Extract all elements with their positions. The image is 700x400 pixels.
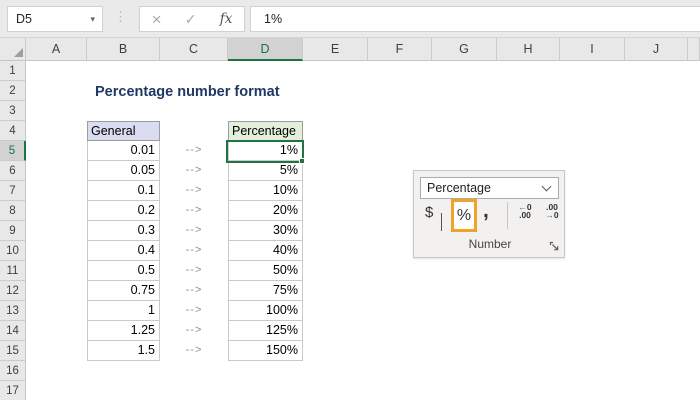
- accounting-chevron-icon[interactable]: [441, 213, 442, 231]
- column-header-A[interactable]: A: [26, 38, 87, 61]
- row-headers: 1 2 3 4 5 6 7 8 9 10 11 12 13 14 15 16 17: [0, 61, 26, 400]
- column-header-F[interactable]: F: [368, 38, 432, 61]
- general-value-cell[interactable]: 0.3: [87, 221, 160, 241]
- row-header-1[interactable]: 1: [0, 61, 26, 81]
- column-header-B[interactable]: B: [87, 38, 160, 61]
- decrease-decimal-button[interactable]: .00 →0: [540, 203, 564, 220]
- arrow-cell[interactable]: -->: [160, 301, 228, 321]
- enter-icon[interactable]: ✓: [185, 12, 197, 26]
- general-value-cell[interactable]: 0.75: [87, 281, 160, 301]
- formula-bar[interactable]: 1%: [250, 6, 700, 32]
- right-arrow-icon: →: [545, 209, 554, 220]
- comma-style-button[interactable]: ,: [483, 199, 489, 223]
- excel-window: D5 ▾ ⋮ × ✓ fx 1% ABCDEFGHIJ 1 2 3 4 5 6 7 8 9 10 1…: [0, 0, 700, 400]
- cancel-icon[interactable]: ×: [152, 11, 162, 28]
- row-header-6[interactable]: 6: [0, 161, 26, 181]
- select-all-triangle-icon: [14, 48, 23, 57]
- percentage-value-cell[interactable]: 5%: [228, 161, 303, 181]
- row-header-5[interactable]: 5: [0, 141, 26, 161]
- percentage-header-cell[interactable]: Percentage: [228, 121, 303, 141]
- arrow-cell[interactable]: -->: [160, 261, 228, 281]
- row-header-12[interactable]: 12: [0, 281, 26, 301]
- arrow-cell[interactable]: -->: [160, 321, 228, 341]
- arrow-cell[interactable]: -->: [160, 221, 228, 241]
- percent-style-label: %: [456, 206, 472, 224]
- row-header-14[interactable]: 14: [0, 321, 26, 341]
- percentage-value-cell[interactable]: 100%: [228, 301, 303, 321]
- group-label: Number: [468, 237, 512, 251]
- accounting-format-button[interactable]: $: [425, 204, 433, 221]
- row-header-2[interactable]: 2: [0, 81, 26, 101]
- drag-dots-icon: ⋮: [114, 9, 127, 24]
- general-value-cell[interactable]: 0.01: [87, 141, 160, 161]
- column-header-E[interactable]: E: [303, 38, 368, 61]
- formula-buttons: × ✓ fx: [139, 6, 245, 32]
- general-value-cell[interactable]: 0.4: [87, 241, 160, 261]
- row-header-16[interactable]: 16: [0, 361, 26, 381]
- arrow-cell[interactable]: -->: [160, 181, 228, 201]
- general-value-cell[interactable]: 1: [87, 301, 160, 321]
- percentage-value-cell[interactable]: 10%: [228, 181, 303, 201]
- column-header-C[interactable]: C: [160, 38, 228, 61]
- general-value-cell[interactable]: 0.2: [87, 201, 160, 221]
- arrow-cell[interactable]: -->: [160, 281, 228, 301]
- number-format-dropdown[interactable]: Percentage: [420, 177, 559, 199]
- increase-decimal-button[interactable]: ←0 .00: [513, 203, 537, 219]
- percentage-value-cell[interactable]: 40%: [228, 241, 303, 261]
- insert-function-icon[interactable]: fx: [220, 11, 233, 27]
- arrow-cell[interactable]: -->: [160, 201, 228, 221]
- select-all-corner[interactable]: [0, 38, 26, 61]
- dialog-launcher-icon[interactable]: [549, 241, 560, 252]
- arrow-cell[interactable]: -->: [160, 341, 228, 361]
- row-header-8[interactable]: 8: [0, 201, 26, 221]
- percentage-value-cell[interactable]: 30%: [228, 221, 303, 241]
- name-box-dropdown-icon[interactable]: ▾: [90, 14, 102, 25]
- percentage-value-cell[interactable]: 50%: [228, 261, 303, 281]
- percentage-value-cell[interactable]: 125%: [228, 321, 303, 341]
- row-header-3[interactable]: 3: [0, 101, 26, 121]
- name-box-value: D5: [16, 12, 32, 26]
- column-header-I[interactable]: I: [560, 38, 625, 61]
- arrow-cell[interactable]: -->: [160, 161, 228, 181]
- name-box[interactable]: D5 ▾: [7, 6, 103, 32]
- formula-strip: D5 ▾ ⋮ × ✓ fx 1%: [0, 0, 700, 38]
- column-header-partial[interactable]: [688, 38, 700, 61]
- row-header-13[interactable]: 13: [0, 301, 26, 321]
- general-value-cell[interactable]: 0.05: [87, 161, 160, 181]
- percent-style-button[interactable]: %: [451, 199, 477, 232]
- general-value-cell[interactable]: 1.25: [87, 321, 160, 341]
- spacer-cell[interactable]: [160, 121, 228, 141]
- row-header-15[interactable]: 15: [0, 341, 26, 361]
- row-header-9[interactable]: 9: [0, 221, 26, 241]
- general-header-cell[interactable]: General: [87, 121, 160, 141]
- percentage-value-cell[interactable]: 150%: [228, 341, 303, 361]
- number-format-value: Percentage: [427, 181, 491, 195]
- column-header-J[interactable]: J: [625, 38, 688, 61]
- percentage-value-cell[interactable]: 20%: [228, 201, 303, 221]
- number-group-panel: Percentage $ % , ←0 .00 .00 →0 Number: [413, 170, 565, 258]
- arrow-cell[interactable]: -->: [160, 241, 228, 261]
- percentage-value-cell[interactable]: 75%: [228, 281, 303, 301]
- percentage-value-cell[interactable]: 1%: [228, 141, 303, 161]
- row-header-7[interactable]: 7: [0, 181, 26, 201]
- row-header-11[interactable]: 11: [0, 261, 26, 281]
- column-header-D[interactable]: D: [228, 38, 303, 61]
- general-value-cell[interactable]: 1.5: [87, 341, 160, 361]
- general-value-cell[interactable]: 0.1: [87, 181, 160, 201]
- arrow-cell[interactable]: -->: [160, 141, 228, 161]
- divider: [507, 202, 508, 229]
- row-header-4[interactable]: 4: [0, 121, 26, 141]
- row-header-17[interactable]: 17: [0, 381, 26, 400]
- row-header-10[interactable]: 10: [0, 241, 26, 261]
- data-table: General Percentage 0.01 --> 1% 0.05 --> 5% 0.1 --…: [87, 121, 303, 361]
- general-value-cell[interactable]: 0.5: [87, 261, 160, 281]
- chevron-down-icon: [541, 181, 552, 192]
- sheet-title: Percentage number format: [95, 84, 280, 100]
- column-headers: ABCDEFGHIJ: [0, 38, 700, 61]
- column-header-H[interactable]: H: [497, 38, 560, 61]
- formula-value: 1%: [264, 12, 283, 26]
- column-header-G[interactable]: G: [432, 38, 497, 61]
